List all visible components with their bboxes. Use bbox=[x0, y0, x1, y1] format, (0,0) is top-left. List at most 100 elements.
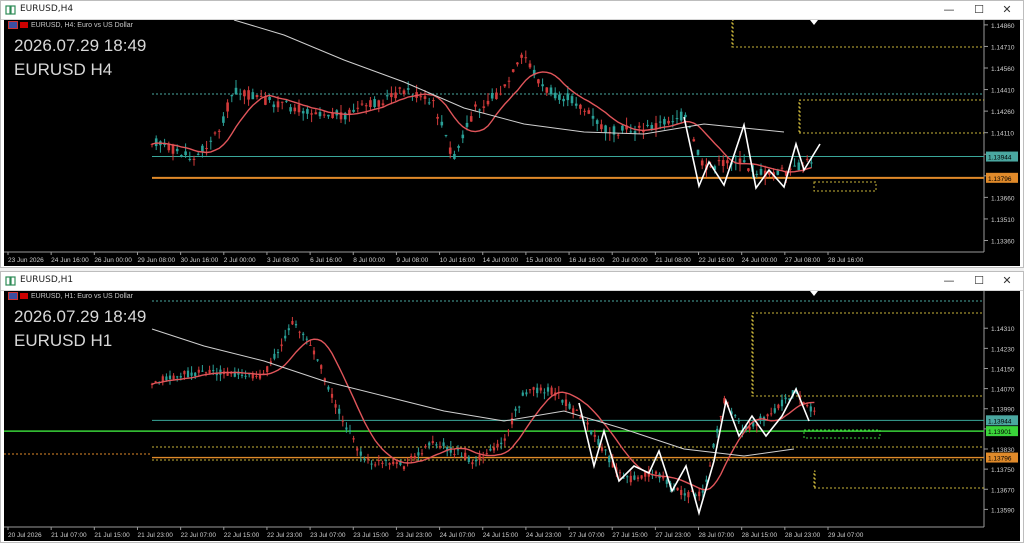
candle-body bbox=[154, 381, 157, 383]
candle-body bbox=[385, 95, 389, 97]
candle-body bbox=[626, 476, 629, 478]
price-tag-label: 1.13944 bbox=[988, 155, 1012, 162]
candle-body bbox=[503, 438, 506, 441]
candle-body bbox=[293, 107, 297, 112]
candle-body bbox=[273, 353, 276, 359]
time-tick-label: 24 Jul 07:00 bbox=[440, 532, 476, 539]
time-tick-label: 15 Jul 08:00 bbox=[526, 257, 562, 264]
candle-body bbox=[489, 448, 492, 451]
candle-body bbox=[360, 103, 364, 105]
candle-body bbox=[285, 100, 288, 102]
candle-body bbox=[444, 134, 448, 136]
titlebar[interactable]: EURUSD,H1 — ☐ ✕ bbox=[1, 272, 1023, 291]
time-tick-label: 27 Jul 23:00 bbox=[655, 532, 691, 539]
candle-body bbox=[238, 93, 242, 95]
candle-body bbox=[428, 442, 431, 446]
maximize-button[interactable]: ☐ bbox=[965, 273, 993, 289]
price-tick-label: 1.14710 bbox=[991, 44, 1015, 51]
time-tick-label: 3 Jul 08:00 bbox=[267, 257, 299, 264]
candle-body bbox=[478, 455, 481, 460]
candle-body bbox=[809, 406, 812, 412]
candle-body bbox=[197, 369, 200, 373]
candle-body bbox=[524, 57, 528, 59]
candle-body bbox=[461, 134, 465, 139]
candle-body bbox=[287, 328, 290, 331]
candle-body bbox=[176, 376, 179, 378]
time-tick-label: 20 Jul 2026 bbox=[8, 532, 42, 539]
titlebar[interactable]: EURUSD,H4 — ☐ ✕ bbox=[1, 1, 1023, 20]
price-tick-label: 1.13590 bbox=[991, 507, 1015, 514]
time-tick-label: 6 Jul 16:00 bbox=[310, 257, 342, 264]
candle-body bbox=[478, 109, 481, 111]
overlay-datetime: 2026.07.29 18:49 bbox=[14, 36, 147, 55]
time-tick-label: 22 Jul 23:00 bbox=[267, 532, 303, 539]
time-tick-label: 28 Jul 15:00 bbox=[742, 532, 778, 539]
candle-body bbox=[687, 492, 690, 498]
candle-body bbox=[402, 466, 406, 470]
candle-body bbox=[251, 92, 255, 100]
candle-body bbox=[692, 139, 696, 142]
candle-body bbox=[402, 90, 406, 95]
candle-body bbox=[759, 416, 762, 419]
candle-body bbox=[629, 475, 632, 483]
candle-body bbox=[168, 375, 172, 379]
candle-body bbox=[486, 100, 490, 105]
candle-body bbox=[431, 441, 434, 444]
moving-average-fast bbox=[151, 338, 815, 491]
price-tick-label: 1.13990 bbox=[991, 407, 1015, 414]
time-tick-label: 22 Jul 07:00 bbox=[181, 532, 217, 539]
candle-body bbox=[518, 406, 521, 408]
candle-body bbox=[398, 87, 402, 89]
candle-body bbox=[255, 94, 259, 98]
candle-body bbox=[302, 333, 305, 336]
candle-body bbox=[298, 331, 301, 333]
candle-body bbox=[500, 442, 503, 445]
price-chart-h1[interactable]: 1.14310 1.14230 1.14150 1.14070 1.13990 1.139… bbox=[4, 291, 1020, 541]
close-button[interactable]: ✕ bbox=[993, 273, 1021, 289]
price-tick-label: 1.14860 bbox=[991, 23, 1015, 30]
price-tick-label: 1.14230 bbox=[991, 346, 1015, 353]
candle-body bbox=[521, 392, 524, 396]
symbol-description-text: EURUSD, H4: Euro vs US Dollar bbox=[31, 21, 133, 29]
candle-body bbox=[776, 170, 780, 175]
candle-body bbox=[460, 456, 463, 458]
candle-body bbox=[684, 114, 687, 118]
candle-body bbox=[805, 158, 809, 160]
chart-canvas[interactable]: 1.14310 1.14230 1.14150 1.14070 1.13990 1.139… bbox=[4, 291, 1020, 541]
chart-window-h1[interactable]: EURUSD,H1 — ☐ ✕ 1.14310 1.14230 1.14150 1.1… bbox=[0, 271, 1024, 543]
price-chart-h4[interactable]: 1.14860 1.14710 1.14560 1.14410 1.14260 1.141… bbox=[4, 20, 1020, 266]
candle-body bbox=[251, 374, 254, 379]
chart-window-h4[interactable]: EURUSD,H4 — ☐ ✕ 1.14860 1.14710 1.14560 1.1… bbox=[0, 0, 1024, 268]
candle-body bbox=[363, 458, 366, 460]
candle-body bbox=[604, 449, 607, 451]
candle-body bbox=[194, 372, 197, 376]
time-tick-label: 23 Jul 23:00 bbox=[396, 532, 432, 539]
overlay-symbol: EURUSD H1 bbox=[14, 331, 113, 350]
candle-body bbox=[370, 463, 373, 465]
candle-body bbox=[802, 401, 805, 404]
minimize-button[interactable]: — bbox=[935, 273, 963, 289]
candle-body bbox=[301, 111, 305, 114]
candle-body bbox=[196, 153, 200, 155]
chart-canvas[interactable]: 1.14860 1.14710 1.14560 1.14410 1.14260 1.141… bbox=[4, 20, 1020, 266]
time-tick-label: 28 Jul 07:00 bbox=[699, 532, 735, 539]
time-tick-label: 14 Jul 00:00 bbox=[483, 257, 519, 264]
candle-body bbox=[345, 427, 348, 430]
time-tick-label: 22 Jul 16:00 bbox=[699, 257, 735, 264]
candle-body bbox=[629, 131, 633, 133]
candle-body bbox=[184, 151, 187, 156]
candle-body bbox=[793, 165, 796, 167]
candle-body bbox=[258, 374, 262, 379]
candle-body bbox=[440, 121, 444, 126]
candle-body bbox=[546, 387, 550, 392]
close-button[interactable]: ✕ bbox=[993, 2, 1021, 18]
price-tick-label: 1.13670 bbox=[991, 487, 1015, 494]
candle-body bbox=[201, 145, 204, 152]
maximize-button[interactable]: ☐ bbox=[965, 2, 993, 18]
minimize-button[interactable]: — bbox=[935, 2, 963, 18]
candle-body bbox=[499, 93, 502, 95]
candle-body bbox=[377, 100, 381, 107]
candle-body bbox=[213, 132, 217, 134]
candle-body bbox=[384, 459, 388, 461]
candle-body bbox=[467, 456, 470, 462]
